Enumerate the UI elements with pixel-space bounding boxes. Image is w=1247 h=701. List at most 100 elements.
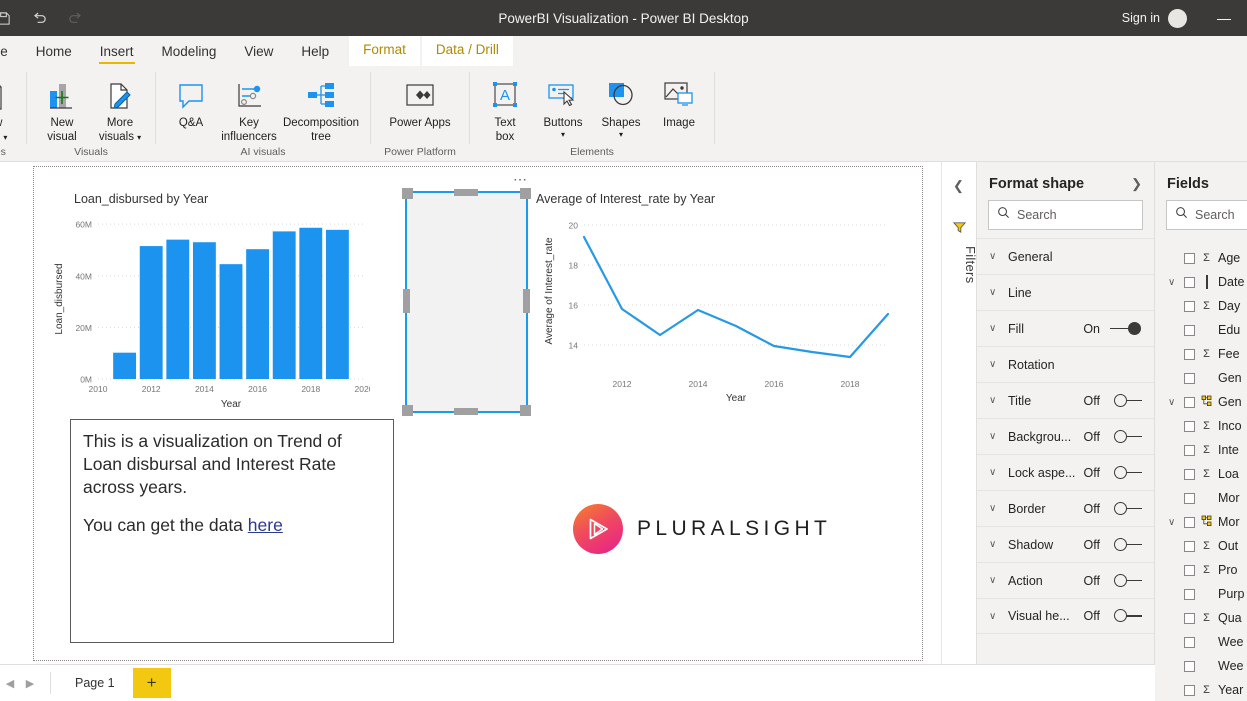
shapes-button[interactable]: Shapes ▾ [592,70,650,139]
chevron-down-icon[interactable]: ∨ [989,323,1000,334]
field-checkbox[interactable] [1184,348,1195,360]
tab-insert[interactable]: Insert [86,40,148,66]
chevron-down-icon[interactable]: ∨ [989,431,1000,442]
redo-icon[interactable] [64,7,86,29]
field-row[interactable]: ∨Wee [1155,630,1247,654]
tab-modeling[interactable]: Modeling [148,40,231,66]
visual-bar-chart[interactable]: Loan_disbursed by Year 0M 20M 40M 60M 2010 20… [40,187,370,407]
resize-handle-w[interactable] [403,289,410,313]
field-checkbox[interactable] [1184,684,1195,696]
field-checkbox[interactable] [1184,420,1195,432]
field-row[interactable]: ∨Gen [1155,366,1247,390]
filters-pane-collapsed[interactable]: ❮ Filters [941,162,978,664]
field-row[interactable]: ∨ΣPro [1155,558,1247,582]
field-row[interactable]: ∨ΣAge [1155,246,1247,270]
resize-handle-sw[interactable] [402,405,413,416]
format-row-general[interactable]: ∨ General [977,238,1154,274]
field-checkbox[interactable] [1184,660,1195,672]
chevron-down-icon[interactable]: ▾ [3,133,7,142]
chevron-down-icon[interactable]: ∨ [989,611,1000,622]
field-checkbox[interactable] [1184,300,1195,312]
resize-handle-se[interactable] [520,405,531,416]
visual-line-chart[interactable]: Average of Interest_rate by Year 14 16 18 2… [532,187,897,407]
resize-handle-s[interactable] [454,408,478,415]
field-checkbox[interactable] [1184,252,1195,264]
text-box-button[interactable]: A Text box [476,70,534,144]
field-checkbox[interactable] [1184,540,1195,552]
chevron-down-icon[interactable]: ∨ [989,287,1000,298]
tab-format[interactable]: Format [349,36,420,66]
field-checkbox[interactable] [1184,492,1195,504]
resize-handle-n[interactable] [454,189,478,196]
chevron-down-icon[interactable]: ▾ [561,131,565,139]
avatar[interactable] [1168,8,1187,28]
field-row[interactable]: ∨Mor [1155,486,1247,510]
format-row-lock-aspe[interactable]: ∨ Lock aspe... Off [977,454,1154,490]
chevron-down-icon[interactable]: ▾ [619,131,623,139]
toggle-switch[interactable] [1108,573,1142,588]
filter-funnel-icon[interactable] [952,220,967,240]
chevron-down-icon[interactable]: ▾ [137,133,141,142]
field-row[interactable]: ∨ΣOut [1155,534,1247,558]
tab-file[interactable]: File [0,40,22,66]
toggle-switch[interactable] [1108,321,1142,336]
sign-in-button[interactable]: Sign in [1114,11,1168,25]
field-checkbox[interactable] [1184,636,1195,648]
field-checkbox[interactable] [1184,324,1195,336]
resize-handle-e[interactable] [523,289,530,313]
field-checkbox[interactable] [1184,612,1195,624]
field-checkbox[interactable] [1184,564,1195,576]
field-row[interactable]: ∨ΣYear [1155,678,1247,701]
format-row-shadow[interactable]: ∨ Shadow Off [977,526,1154,562]
chevron-down-icon[interactable]: ∨ [1168,277,1179,288]
buttons-button[interactable]: Buttons ▾ [534,70,592,139]
tab-view[interactable]: View [230,40,287,66]
format-search-input[interactable]: Search [988,200,1143,230]
minimize-button[interactable]: — [1201,0,1247,36]
field-checkbox[interactable] [1184,468,1195,480]
format-row-fill[interactable]: ∨ Fill On [977,310,1154,346]
power-apps-button[interactable]: Power Apps [377,70,463,130]
new-page-button[interactable]: New page ▾ [0,70,20,144]
field-row[interactable]: ∨ΣFee [1155,342,1247,366]
field-row[interactable]: ∨ΣInco [1155,414,1247,438]
chevron-down-icon[interactable]: ∨ [989,251,1000,262]
format-row-title[interactable]: ∨ Title Off [977,382,1154,418]
tab-home[interactable]: Home [22,40,86,66]
chevron-right-icon[interactable]: ❯ [1131,176,1142,192]
field-checkbox[interactable] [1184,372,1195,384]
prev-page-button[interactable]: ◀ [0,677,20,690]
toggle-switch[interactable] [1108,429,1142,444]
next-page-button[interactable]: ▶ [20,677,40,690]
field-checkbox[interactable] [1184,396,1195,408]
chevron-down-icon[interactable]: ∨ [1168,517,1179,528]
chevron-down-icon[interactable]: ∨ [989,575,1000,586]
format-row-border[interactable]: ∨ Border Off [977,490,1154,526]
visual-text-box[interactable]: This is a visualization on Trend of Loan… [70,419,394,643]
field-row[interactable]: ∨ΣDay [1155,294,1247,318]
field-checkbox[interactable] [1184,444,1195,456]
tab-help[interactable]: Help [287,40,343,66]
resize-handle-nw[interactable] [402,188,413,199]
format-row-visual-he[interactable]: ∨ Visual he... Off [977,598,1154,634]
key-influencers-button[interactable]: Key influencers [220,70,278,144]
chevron-down-icon[interactable]: ∨ [989,503,1000,514]
textbox-hyperlink[interactable]: here [248,515,283,535]
field-row[interactable]: ∨ΣInte [1155,438,1247,462]
format-row-backgrou[interactable]: ∨ Backgrou... Off [977,418,1154,454]
toggle-switch[interactable] [1108,537,1142,552]
qna-button[interactable]: Q&A [162,70,220,130]
chevron-down-icon[interactable]: ∨ [1168,397,1179,408]
format-row-action[interactable]: ∨ Action Off [977,562,1154,598]
fields-search-input[interactable]: Search [1166,200,1247,230]
add-page-button[interactable]: + [132,668,171,698]
field-row[interactable]: ∨Wee [1155,654,1247,678]
chevron-down-icon[interactable]: ∨ [989,467,1000,478]
image-button[interactable]: Image [650,70,708,130]
ellipsis-icon[interactable]: ⋯ [513,171,529,188]
decomposition-tree-button[interactable]: Decomposition tree [278,70,364,144]
format-row-rotation[interactable]: ∨ Rotation [977,346,1154,382]
field-checkbox[interactable] [1184,276,1195,288]
field-checkbox[interactable] [1184,588,1195,600]
chevron-left-icon[interactable]: ❮ [953,178,964,194]
